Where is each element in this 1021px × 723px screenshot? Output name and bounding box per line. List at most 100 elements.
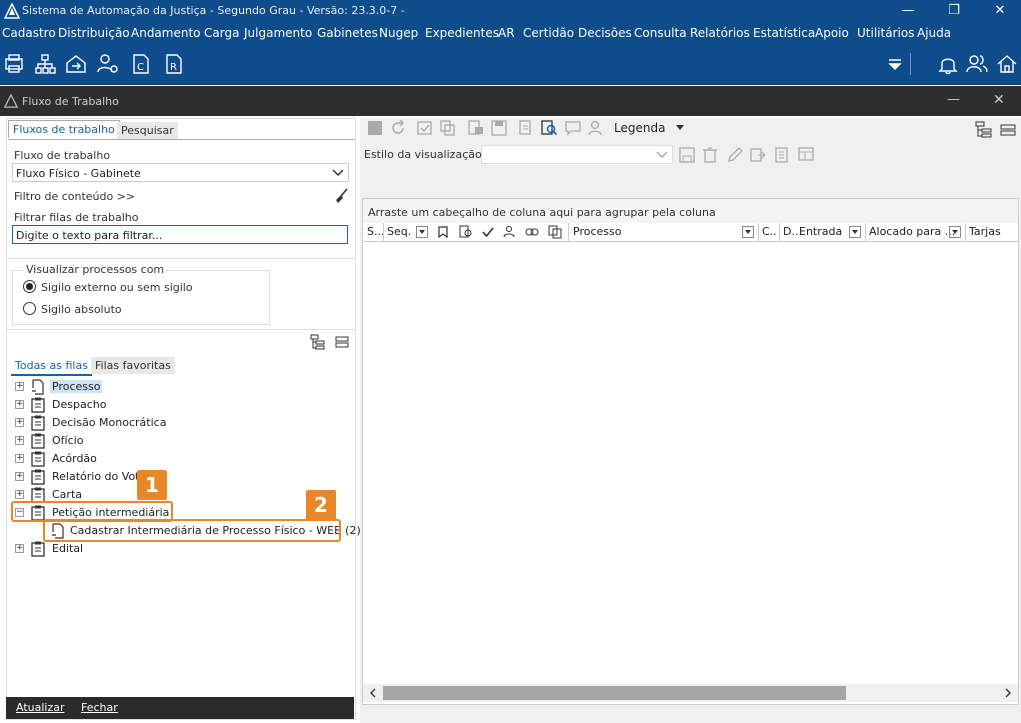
menu-julgamento[interactable]: Julgamento xyxy=(244,26,312,40)
column-filter-dropdown[interactable] xyxy=(849,226,861,238)
home-icon[interactable] xyxy=(996,53,1018,75)
menu-apoio[interactable]: Apoio xyxy=(815,26,849,40)
column-c[interactable]: C.. xyxy=(762,225,777,238)
column-separator xyxy=(865,223,866,241)
expand-icon[interactable]: + xyxy=(15,544,24,553)
bell-icon[interactable] xyxy=(937,53,959,75)
horizontal-scrollbar[interactable] xyxy=(363,684,1018,702)
column-d[interactable]: D.. xyxy=(783,225,798,238)
copy-icon[interactable] xyxy=(548,225,562,239)
tree-expand-icon[interactable] xyxy=(310,334,326,350)
column-alocado-para[interactable]: Alocado para ... xyxy=(869,225,955,238)
checklist-icon[interactable] xyxy=(416,119,434,137)
stop-icon[interactable] xyxy=(366,119,384,137)
legend-dropdown[interactable]: Legenda xyxy=(614,121,665,135)
bookmark-icon[interactable] xyxy=(437,226,449,238)
menu-cadastro[interactable]: Cadastro xyxy=(2,26,56,40)
tree-collapse-icon[interactable] xyxy=(334,334,350,350)
restore-button[interactable]: ❐ xyxy=(931,0,977,23)
column-filter-dropdown[interactable] xyxy=(742,226,754,238)
edit-icon[interactable] xyxy=(726,146,744,164)
expand-icon[interactable]: + xyxy=(15,400,24,409)
menu-estatistica[interactable]: Estatística xyxy=(753,26,815,40)
radio-sigilo-absoluto[interactable] xyxy=(23,302,36,315)
menu-relatorios[interactable]: Relatórios xyxy=(690,26,750,40)
minimize-button[interactable]: — xyxy=(885,0,931,23)
menu-expedientes[interactable]: Expedientes xyxy=(425,26,499,40)
column-tarjas[interactable]: Tarjas xyxy=(969,225,1001,238)
menu-ajuda[interactable]: Ajuda xyxy=(917,26,951,40)
column-seq[interactable]: Seq. xyxy=(387,225,411,238)
document-r-icon[interactable]: R xyxy=(163,53,185,75)
expand-icon[interactable]: + xyxy=(15,436,24,445)
save-doc-icon[interactable] xyxy=(490,119,508,137)
network-icon[interactable] xyxy=(34,53,56,75)
column-filter-dropdown[interactable] xyxy=(949,226,961,238)
tree-collapse-icon[interactable] xyxy=(999,121,1017,139)
broom-icon[interactable] xyxy=(333,188,349,204)
export-icon[interactable] xyxy=(749,146,767,164)
menu-utilitarios[interactable]: Utilitários xyxy=(857,26,914,40)
users-icon[interactable] xyxy=(966,53,988,75)
menu-distribuicao[interactable]: Distribuição xyxy=(58,26,130,40)
layout-icon[interactable] xyxy=(797,146,815,164)
menu-certidao[interactable]: Certidão xyxy=(523,26,574,40)
tab-fluxos-de-trabalho[interactable]: Fluxos de trabalho xyxy=(8,120,120,138)
link-icon[interactable] xyxy=(525,225,539,239)
home-transfer-icon[interactable] xyxy=(65,53,87,75)
copy-icon[interactable] xyxy=(439,119,457,137)
scroll-right-icon[interactable] xyxy=(1004,688,1012,698)
tab-pesquisar[interactable]: Pesquisar xyxy=(117,122,178,139)
expand-icon[interactable]: + xyxy=(15,454,24,463)
document-icon[interactable] xyxy=(773,146,791,164)
tree-expand-icon[interactable] xyxy=(975,121,993,139)
window-close-button[interactable]: ✕ xyxy=(993,92,1005,108)
scroll-left-icon[interactable] xyxy=(369,688,377,698)
expand-icon[interactable]: + xyxy=(15,382,24,391)
close-button[interactable]: ✕ xyxy=(977,0,1021,23)
expand-icon[interactable]: + xyxy=(15,418,24,427)
window-minimize-button[interactable]: — xyxy=(947,92,960,107)
column-processo[interactable]: Processo xyxy=(573,225,621,238)
flow-select[interactable]: Fluxo Físico - Gabinete xyxy=(12,163,349,182)
refresh-icon[interactable] xyxy=(389,119,407,137)
document-c-icon[interactable]: C xyxy=(130,53,152,75)
search-document-icon[interactable] xyxy=(459,225,473,239)
save-icon[interactable] xyxy=(678,146,696,164)
refresh-button[interactable]: Atualizar xyxy=(16,701,65,714)
column-entrada[interactable]: Entrada xyxy=(799,225,842,238)
trash-icon[interactable] xyxy=(701,146,719,164)
column-s[interactable]: S... xyxy=(367,225,384,238)
tab-todas-as-filas[interactable]: Todas as filas xyxy=(11,357,92,376)
filter-queues-input[interactable]: Digite o texto para filtrar... xyxy=(12,225,348,244)
group-hint-area[interactable]: Arraste um cabeçalho de coluna aqui para… xyxy=(363,199,1018,224)
user-settings-icon[interactable] xyxy=(97,53,119,75)
chevron-down-icon[interactable] xyxy=(676,125,684,131)
view-style-select[interactable] xyxy=(481,145,673,164)
expand-icon[interactable]: + xyxy=(15,490,24,499)
dropdown-arrow-icon[interactable] xyxy=(884,53,906,75)
lock-doc-icon[interactable] xyxy=(467,119,485,137)
menu-decisoes[interactable]: Decisões xyxy=(578,26,632,40)
search-document-icon[interactable] xyxy=(540,119,558,137)
menu-consulta[interactable]: Consulta xyxy=(634,26,687,40)
close-panel-button[interactable]: Fechar xyxy=(81,701,118,714)
column-filter-dropdown[interactable] xyxy=(416,226,428,238)
view-style-label: Estilo da visualização xyxy=(364,148,482,161)
history-icon[interactable] xyxy=(517,119,535,137)
content-filter-link[interactable]: Filtro de conteúdo >> xyxy=(14,190,135,203)
check-icon[interactable] xyxy=(482,226,494,238)
menu-ar[interactable]: AR xyxy=(498,26,515,40)
printer-icon[interactable] xyxy=(3,53,25,75)
menu-gabinetes[interactable]: Gabinetes xyxy=(317,26,378,40)
menu-carga[interactable]: Carga xyxy=(204,26,239,40)
user-remove-icon[interactable] xyxy=(587,119,605,137)
menu-andamento[interactable]: Andamento xyxy=(131,26,201,40)
tab-filas-favoritas[interactable]: Filas favoritas xyxy=(91,357,175,374)
radio-sigilo-externo[interactable] xyxy=(23,280,36,293)
expand-icon[interactable]: + xyxy=(15,472,24,481)
menu-nugep[interactable]: Nugep xyxy=(379,26,418,40)
user-transfer-icon[interactable] xyxy=(503,225,517,239)
comment-icon[interactable] xyxy=(564,119,582,137)
scrollbar-thumb[interactable] xyxy=(383,686,846,700)
